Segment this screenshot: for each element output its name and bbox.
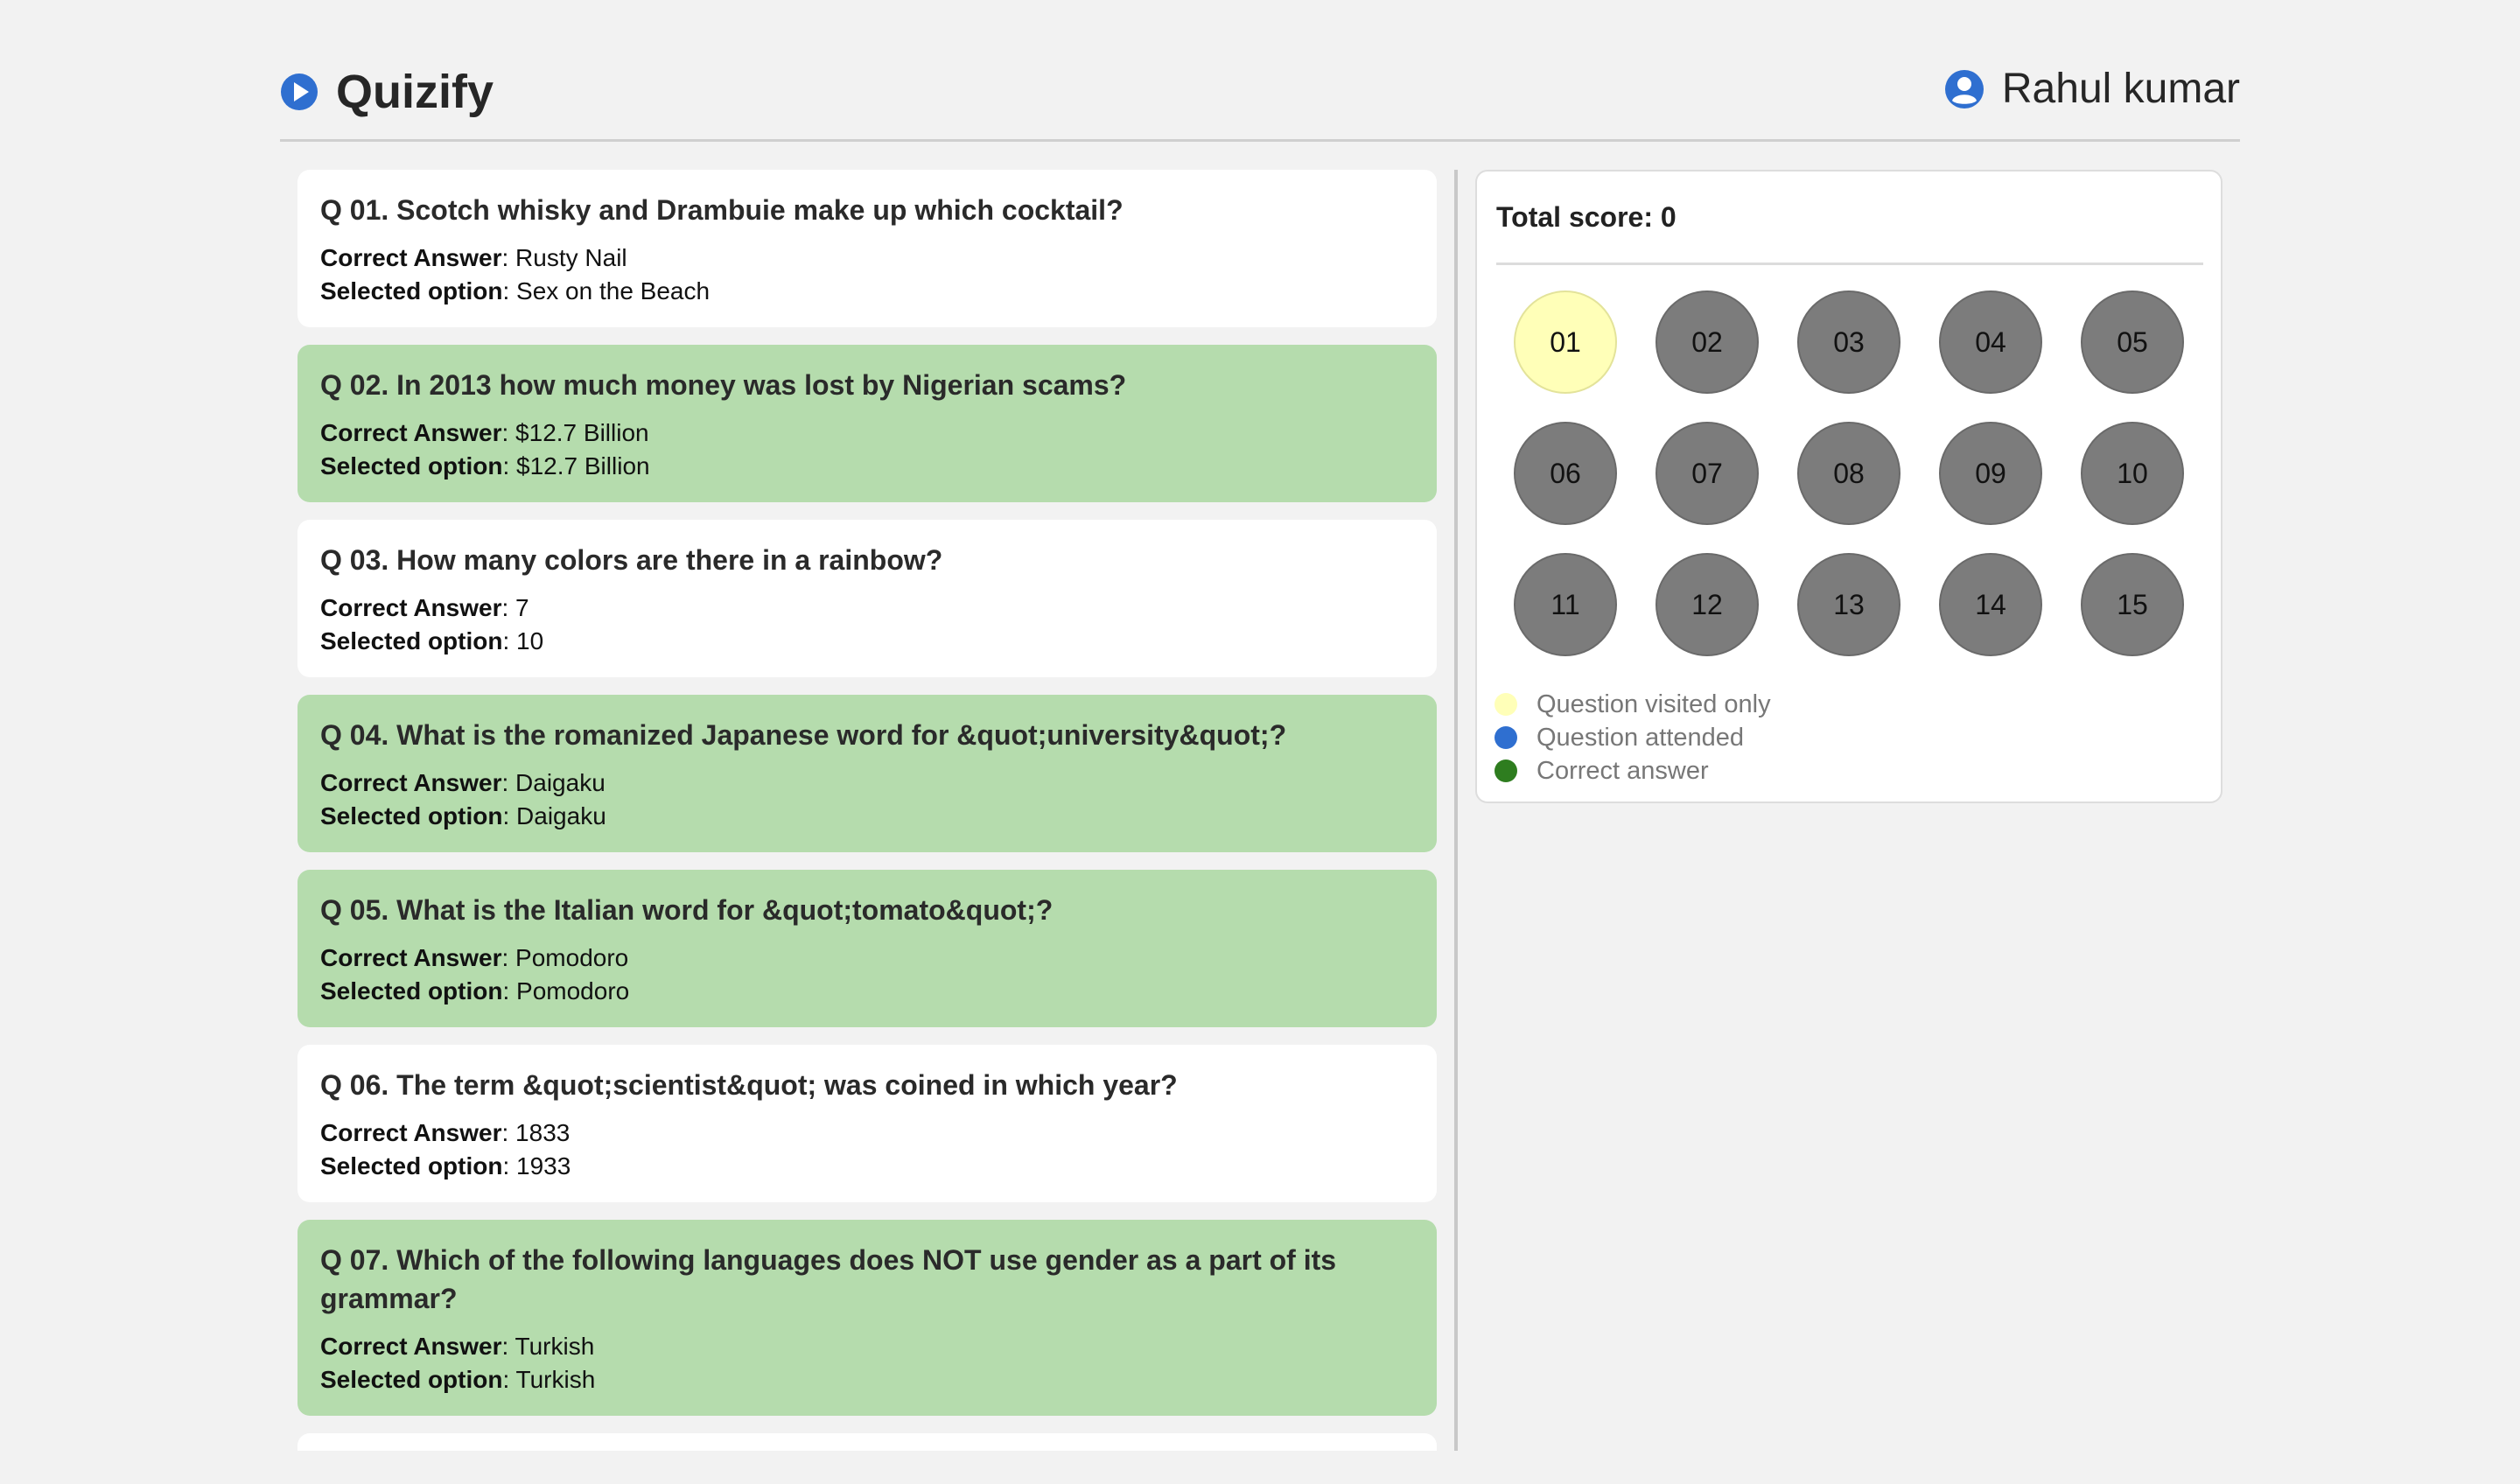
question-nav-button[interactable]: 15 <box>2081 553 2184 656</box>
brand-name: Quizify <box>336 66 494 118</box>
selected-option-label: Selected option <box>320 802 503 830</box>
question-nav-button[interactable]: 11 <box>1514 553 1617 656</box>
selected-option-row: Selected option: Pomodoro <box>320 977 630 1004</box>
selected-option-label: Selected option <box>320 1152 503 1180</box>
selected-option-value: 10 <box>516 627 544 654</box>
selected-option-value: 1933 <box>516 1152 571 1180</box>
question-card: Q 03. How many colors are there in a rai… <box>298 520 1437 677</box>
correct-answer-value: Daigaku <box>515 769 606 796</box>
correct-answer-value: Rusty Nail <box>515 244 627 271</box>
selected-option-row: Selected option: Sex on the Beach <box>320 277 710 304</box>
question-nav-button[interactable]: 04 <box>1939 290 2042 394</box>
correct-answer-row: Correct Answer: Daigaku <box>320 769 606 796</box>
brand[interactable]: Quizify <box>280 65 494 119</box>
correct-answer-label: Correct Answer <box>320 244 502 271</box>
selected-option-row: Selected option: Turkish <box>320 1366 596 1393</box>
selected-option-label: Selected option <box>320 627 503 654</box>
correct-answer-row: Correct Answer: 1833 <box>320 1119 570 1146</box>
question-nav-button[interactable]: 10 <box>2081 422 2184 525</box>
score-panel: Total score: 0 01 02 03 04 05 06 07 08 0… <box>1475 170 2222 803</box>
question-nav-button[interactable]: 12 <box>1656 553 1759 656</box>
correct-answer-value: Turkish <box>514 1333 595 1360</box>
question-card: Q 06. The term &quot;scientist&quot; was… <box>298 1045 1437 1202</box>
correct-answer-row: Correct Answer: $12.7 Billion <box>320 419 649 446</box>
legend: Question visited only Question attended … <box>1494 688 1771 788</box>
legend-label: Correct answer <box>1536 756 1709 785</box>
correct-answer-label: Correct Answer <box>320 419 502 446</box>
selected-option-label: Selected option <box>320 452 503 480</box>
correct-answer-label: Correct Answer <box>320 1333 502 1360</box>
panel-divider <box>1454 170 1458 1451</box>
selected-option-value: Daigaku <box>516 802 606 830</box>
visited-dot-icon <box>1494 693 1517 716</box>
legend-item-visited: Question visited only <box>1494 688 1771 721</box>
question-nav-button[interactable]: 01 <box>1514 290 1617 394</box>
question-nav-button[interactable]: 06 <box>1514 422 1617 525</box>
question-list[interactable]: Q 01. Scotch whisky and Drambuie make up… <box>298 170 1437 1451</box>
question-nav-button[interactable]: 03 <box>1797 290 1900 394</box>
question-card-partial <box>298 1433 1437 1451</box>
correct-answer-label: Correct Answer <box>320 944 502 971</box>
selected-option-value: $12.7 Billion <box>516 452 650 480</box>
correct-answer-row: Correct Answer: Pomodoro <box>320 944 629 971</box>
panel-separator <box>1496 262 2203 265</box>
legend-item-correct: Correct answer <box>1494 754 1771 788</box>
question-nav-button[interactable]: 14 <box>1939 553 2042 656</box>
selected-option-label: Selected option <box>320 1366 503 1393</box>
correct-answer-row: Correct Answer: Turkish <box>320 1333 595 1360</box>
user-profile[interactable]: Rahul kumar <box>1944 65 2240 113</box>
correct-answer-label: Correct Answer <box>320 1119 502 1146</box>
question-card: Q 01. Scotch whisky and Drambuie make up… <box>298 170 1437 327</box>
correct-answer-value: 1833 <box>515 1119 570 1146</box>
user-avatar-icon <box>1944 69 1984 109</box>
correct-answer-value: $12.7 Billion <box>515 419 649 446</box>
selected-option-row: Selected option: $12.7 Billion <box>320 452 650 480</box>
correct-answer-row: Correct Answer: 7 <box>320 594 529 621</box>
question-title: Q 05. What is the Italian word for &quot… <box>320 894 1054 926</box>
question-nav-button[interactable]: 09 <box>1939 422 2042 525</box>
question-card: Q 02. In 2013 how much money was lost by… <box>298 345 1437 502</box>
question-title: Q 07. Which of the following languages d… <box>320 1244 1337 1314</box>
question-title: Q 03. How many colors are there in a rai… <box>320 544 943 576</box>
question-card: Q 07. Which of the following languages d… <box>298 1220 1437 1416</box>
attended-dot-icon <box>1494 726 1517 749</box>
selected-option-label: Selected option <box>320 277 503 304</box>
question-title: Q 06. The term &quot;scientist&quot; was… <box>320 1069 1178 1101</box>
legend-label: Question attended <box>1536 723 1745 752</box>
selected-option-value: Pomodoro <box>516 977 630 1004</box>
selected-option-value: Sex on the Beach <box>516 277 710 304</box>
correct-dot-icon <box>1494 760 1517 782</box>
question-nav-button[interactable]: 02 <box>1656 290 1759 394</box>
question-nav-button[interactable]: 08 <box>1797 422 1900 525</box>
correct-answer-row: Correct Answer: Rusty Nail <box>320 244 627 271</box>
question-card: Q 04. What is the romanized Japanese wor… <box>298 695 1437 852</box>
correct-answer-label: Correct Answer <box>320 769 502 796</box>
selected-option-label: Selected option <box>320 977 503 1004</box>
selected-option-row: Selected option: Daigaku <box>320 802 606 830</box>
correct-answer-value: 7 <box>515 594 529 621</box>
total-score: Total score: 0 <box>1496 201 1676 233</box>
correct-answer-label: Correct Answer <box>320 594 502 621</box>
question-nav-button[interactable]: 07 <box>1656 422 1759 525</box>
question-title: Q 01. Scotch whisky and Drambuie make up… <box>320 194 1124 226</box>
question-title: Q 02. In 2013 how much money was lost by… <box>320 369 1127 401</box>
correct-answer-value: Pomodoro <box>515 944 629 971</box>
question-nav-button[interactable]: 13 <box>1797 553 1900 656</box>
legend-item-attended: Question attended <box>1494 721 1771 754</box>
app-header: Quizify Rahul kumar <box>280 52 2240 142</box>
question-card: Q 05. What is the Italian word for &quot… <box>298 870 1437 1027</box>
play-circle-icon <box>280 73 318 111</box>
question-title: Q 04. What is the romanized Japanese wor… <box>320 719 1287 751</box>
question-nav-button[interactable]: 05 <box>2081 290 2184 394</box>
user-name: Rahul kumar <box>2001 66 2240 112</box>
selected-option-value: Turkish <box>515 1366 596 1393</box>
selected-option-row: Selected option: 1933 <box>320 1152 571 1180</box>
legend-label: Question visited only <box>1536 690 1771 718</box>
selected-option-row: Selected option: 10 <box>320 627 544 654</box>
